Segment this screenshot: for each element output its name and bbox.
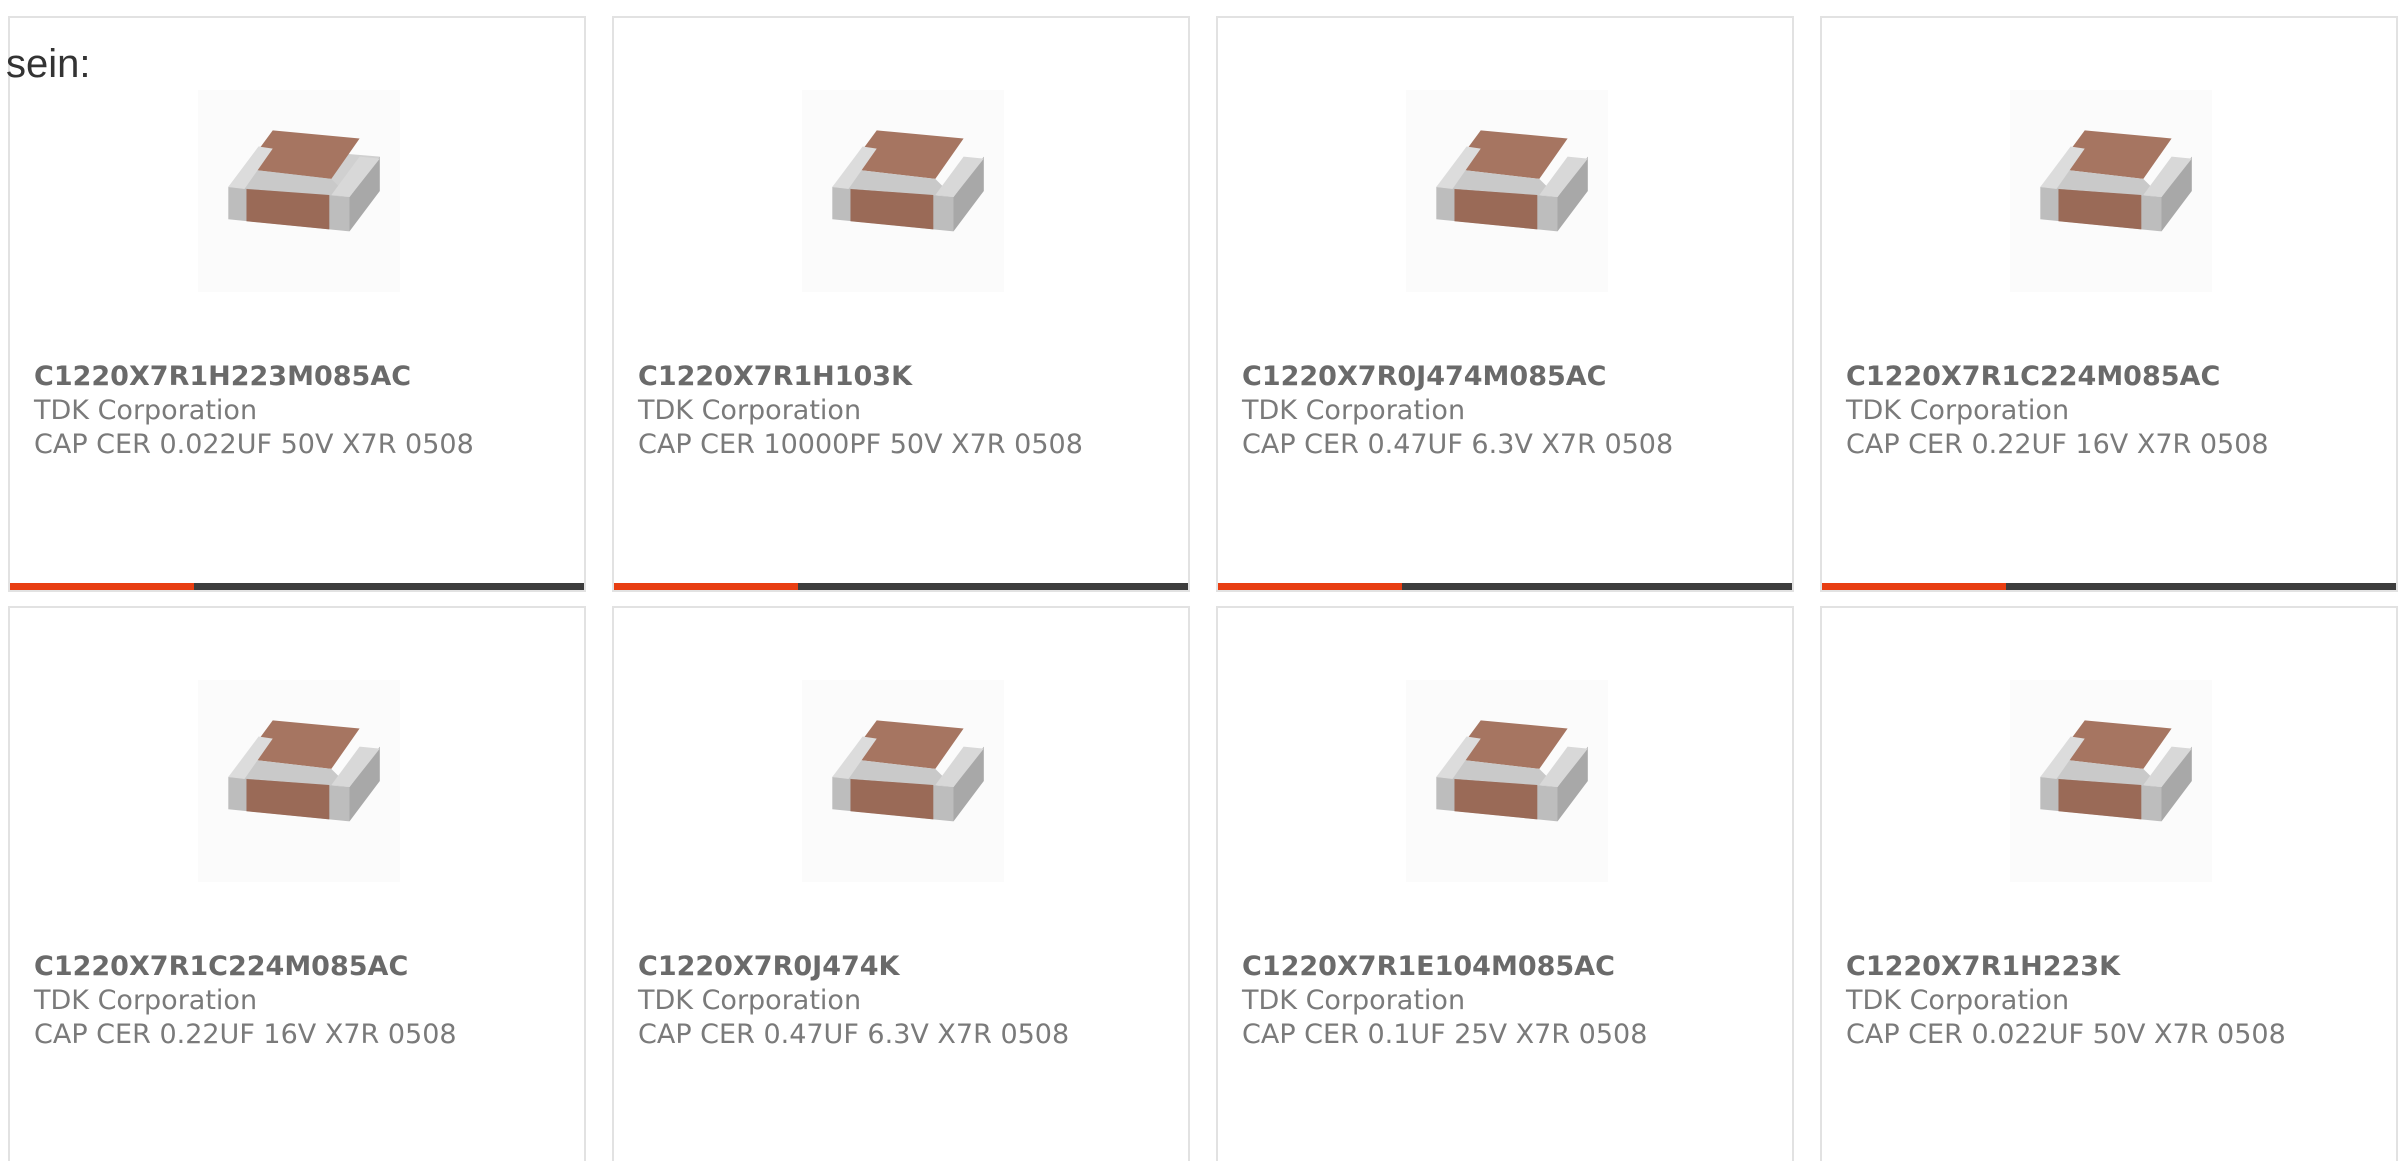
- description: CAP CER 0.022UF 50V X7R 0508: [1846, 1019, 2286, 1050]
- progress-bar-fill: [614, 583, 798, 590]
- progress-bar: [614, 583, 1188, 590]
- ceramic-capacitor-chip-icon: [1436, 720, 1588, 822]
- product-info: C1220X7R1H223K TDK Corporation CAP CER 0…: [1846, 950, 2384, 1052]
- manufacturer: TDK Corporation: [1242, 985, 1466, 1016]
- product-card[interactable]: C1220X7R1H223M085AC TDK Corporation CAP …: [8, 16, 586, 592]
- product-image[interactable]: [802, 680, 1004, 882]
- description: CAP CER 0.22UF 16V X7R 0508: [1846, 429, 2269, 460]
- product-card[interactable]: C1220X7R0J474M085AC TDK Corporation CAP …: [1216, 16, 1794, 592]
- intro-text: sein:: [6, 42, 91, 86]
- product-card[interactable]: C1220X7R1E104M085AC TDK Corporation CAP …: [1216, 606, 1794, 1161]
- manufacturer: TDK Corporation: [34, 395, 258, 426]
- product-image[interactable]: [2010, 90, 2212, 292]
- progress-bar-fill: [10, 583, 194, 590]
- product-image[interactable]: [2010, 680, 2212, 882]
- manufacturer: TDK Corporation: [638, 395, 862, 426]
- part-number[interactable]: C1220X7R1H223K: [1846, 950, 2384, 984]
- description: CAP CER 0.1UF 25V X7R 0508: [1242, 1019, 1648, 1050]
- manufacturer: TDK Corporation: [1846, 395, 2070, 426]
- ceramic-capacitor-chip-icon: [228, 130, 380, 232]
- part-number[interactable]: C1220X7R1H223M085AC: [34, 360, 572, 394]
- description: CAP CER 0.022UF 50V X7R 0508: [34, 429, 474, 460]
- product-info: C1220X7R1C224M085AC TDK Corporation CAP …: [34, 950, 572, 1052]
- product-info: C1220X7R1C224M085AC TDK Corporation CAP …: [1846, 360, 2384, 462]
- product-card[interactable]: C1220X7R0J474K TDK Corporation CAP CER 0…: [612, 606, 1190, 1161]
- product-card[interactable]: C1220X7R1H103K TDK Corporation CAP CER 1…: [612, 16, 1190, 592]
- manufacturer: TDK Corporation: [1846, 985, 2070, 1016]
- ceramic-capacitor-chip-icon: [1436, 130, 1588, 232]
- manufacturer: TDK Corporation: [638, 985, 862, 1016]
- product-card[interactable]: C1220X7R1H223K TDK Corporation CAP CER 0…: [1820, 606, 2398, 1161]
- product-image[interactable]: [198, 90, 400, 292]
- manufacturer: TDK Corporation: [34, 985, 258, 1016]
- ceramic-capacitor-chip-icon: [2040, 720, 2192, 822]
- part-number[interactable]: C1220X7R1H103K: [638, 360, 1176, 394]
- ceramic-capacitor-chip-icon: [832, 130, 984, 232]
- description: CAP CER 10000PF 50V X7R 0508: [638, 429, 1083, 460]
- page: sein: C1220X7R1H223M085AC TDK Corporatio…: [0, 0, 2400, 1161]
- product-info: C1220X7R1H103K TDK Corporation CAP CER 1…: [638, 360, 1176, 462]
- product-card[interactable]: C1220X7R1C224M085AC TDK Corporation CAP …: [8, 606, 586, 1161]
- product-info: C1220X7R0J474M085AC TDK Corporation CAP …: [1242, 360, 1780, 462]
- description: CAP CER 0.47UF 6.3V X7R 0508: [1242, 429, 1674, 460]
- ceramic-capacitor-chip-icon: [228, 720, 380, 822]
- product-info: C1220X7R1E104M085AC TDK Corporation CAP …: [1242, 950, 1780, 1052]
- part-number[interactable]: C1220X7R1E104M085AC: [1242, 950, 1780, 984]
- manufacturer: TDK Corporation: [1242, 395, 1466, 426]
- product-image[interactable]: [1406, 680, 1608, 882]
- description: CAP CER 0.47UF 6.3V X7R 0508: [638, 1019, 1070, 1050]
- part-number[interactable]: C1220X7R1C224M085AC: [34, 950, 572, 984]
- part-number[interactable]: C1220X7R0J474M085AC: [1242, 360, 1780, 394]
- product-info: C1220X7R0J474K TDK Corporation CAP CER 0…: [638, 950, 1176, 1052]
- product-image[interactable]: [1406, 90, 1608, 292]
- description: CAP CER 0.22UF 16V X7R 0508: [34, 1019, 457, 1050]
- product-image[interactable]: [802, 90, 1004, 292]
- ceramic-capacitor-chip-icon: [2040, 130, 2192, 232]
- progress-bar: [10, 583, 584, 590]
- progress-bar-fill: [1822, 583, 2006, 590]
- product-card[interactable]: C1220X7R1C224M085AC TDK Corporation CAP …: [1820, 16, 2398, 592]
- product-image[interactable]: [198, 680, 400, 882]
- part-number[interactable]: C1220X7R0J474K: [638, 950, 1176, 984]
- progress-bar: [1218, 583, 1792, 590]
- part-number[interactable]: C1220X7R1C224M085AC: [1846, 360, 2384, 394]
- product-info: C1220X7R1H223M085AC TDK Corporation CAP …: [34, 360, 572, 462]
- ceramic-capacitor-chip-icon: [832, 720, 984, 822]
- progress-bar-fill: [1218, 583, 1402, 590]
- progress-bar: [1822, 583, 2396, 590]
- product-grid: C1220X7R1H223M085AC TDK Corporation CAP …: [8, 16, 2400, 1161]
